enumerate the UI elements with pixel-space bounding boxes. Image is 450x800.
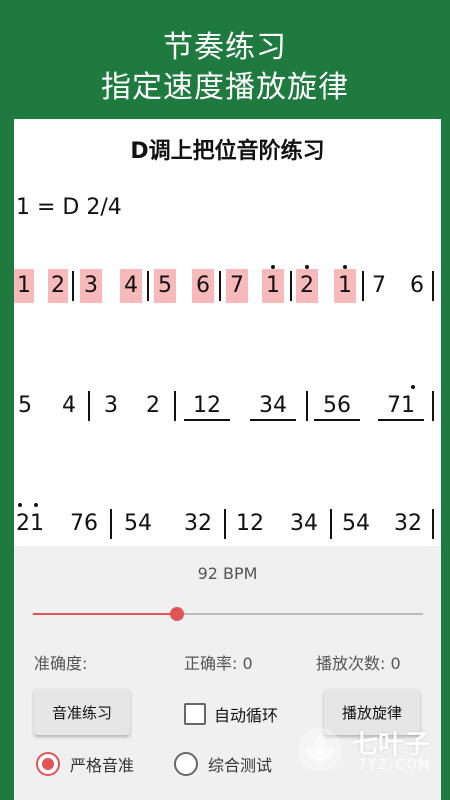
barline [432, 271, 434, 301]
score-card: D调上把位音阶练习 1 = D 2/4 1 2 3 4 5 6 7 1 2 1 … [14, 119, 441, 800]
eighth-underline [378, 419, 424, 421]
barline [72, 271, 74, 301]
header-title: 节奏练习 [163, 30, 287, 65]
play-count-label: 播放次数: 0 [316, 654, 401, 673]
header-subtitle: 指定速度播放旋律 [101, 70, 349, 105]
slider-fill [33, 613, 178, 615]
pitch-practice-button[interactable]: 音准练习 [34, 689, 130, 735]
correct-rate-label: 正确率: 0 [184, 654, 253, 673]
eighth-underline [184, 419, 230, 421]
note: 3 [80, 269, 102, 303]
radio-comprehensive-label: 综合测试 [208, 756, 273, 775]
barline [362, 271, 364, 301]
sheet-title: D调上把位音阶练习 [130, 139, 325, 164]
note: 6 [192, 269, 214, 303]
barline [432, 509, 434, 539]
eighth-underline [250, 419, 296, 421]
barline [147, 271, 149, 301]
note-group: 76 [70, 511, 98, 536]
note-group: 56 [323, 393, 351, 418]
note-group: 34 [259, 393, 287, 418]
radio-strict-label: 严格音准 [70, 756, 135, 775]
key-signature: 1 = D 2/4 [16, 195, 122, 220]
note-group: 34 [290, 511, 318, 536]
watermark-domain: 7YZ.COM [358, 758, 432, 773]
radio-comprehensive-test[interactable]: 综合测试 [174, 752, 272, 776]
note-group: 54 [342, 511, 370, 536]
note-group: 12 [236, 511, 264, 536]
checkbox-box[interactable] [184, 703, 206, 725]
barline [174, 391, 176, 421]
note-group: 21 [16, 511, 44, 536]
note: 7 [226, 269, 248, 303]
note-high: 1 [334, 269, 356, 303]
radio-selected-icon[interactable] [36, 752, 60, 776]
accuracy-label: 准确度: [34, 654, 88, 673]
note-group: 54 [124, 511, 152, 536]
octave-dot [18, 503, 22, 507]
barline [219, 271, 221, 301]
auto-loop-label: 自动循环 [214, 706, 279, 725]
note-high: 1 [262, 269, 284, 303]
octave-dot [305, 265, 309, 269]
note: 4 [120, 269, 142, 303]
watermark-brand: 七叶子 [352, 730, 431, 760]
note: 4 [62, 393, 76, 418]
note-group: 71 [387, 393, 415, 418]
note: 6 [410, 273, 424, 298]
radio-strict-pitch[interactable]: 严格音准 [36, 752, 134, 776]
octave-dot [34, 503, 38, 507]
note: 2 [146, 393, 160, 418]
note: 5 [18, 393, 32, 418]
bpm-readout: 92 BPM [197, 564, 258, 583]
note: 3 [104, 393, 118, 418]
barline [432, 391, 434, 421]
note: 2 [48, 269, 68, 303]
slider-thumb[interactable] [170, 607, 185, 621]
barline [290, 271, 292, 301]
note: 5 [154, 269, 176, 303]
barline [224, 509, 226, 539]
note: 1 [14, 269, 34, 303]
barline [88, 391, 90, 421]
app-header: 节奏练习 指定速度播放旋律 [0, 0, 450, 118]
barline [306, 391, 308, 421]
octave-dot [271, 265, 275, 269]
leaf-logo-icon [298, 728, 342, 772]
note: 7 [372, 273, 386, 298]
octave-dot [411, 385, 415, 389]
note-high: 2 [296, 269, 318, 303]
octave-dot [343, 265, 347, 269]
radio-unselected-icon[interactable] [174, 752, 198, 776]
eighth-underline [314, 419, 360, 421]
auto-loop-checkbox[interactable]: 自动循环 [184, 702, 278, 726]
watermark: 七叶子 7YZ.COM [296, 722, 444, 782]
barline [330, 509, 332, 539]
note-group: 32 [184, 511, 212, 536]
note-group: 32 [394, 511, 422, 536]
tempo-slider[interactable] [33, 607, 423, 621]
note-group: 12 [193, 393, 221, 418]
barline [110, 509, 112, 539]
